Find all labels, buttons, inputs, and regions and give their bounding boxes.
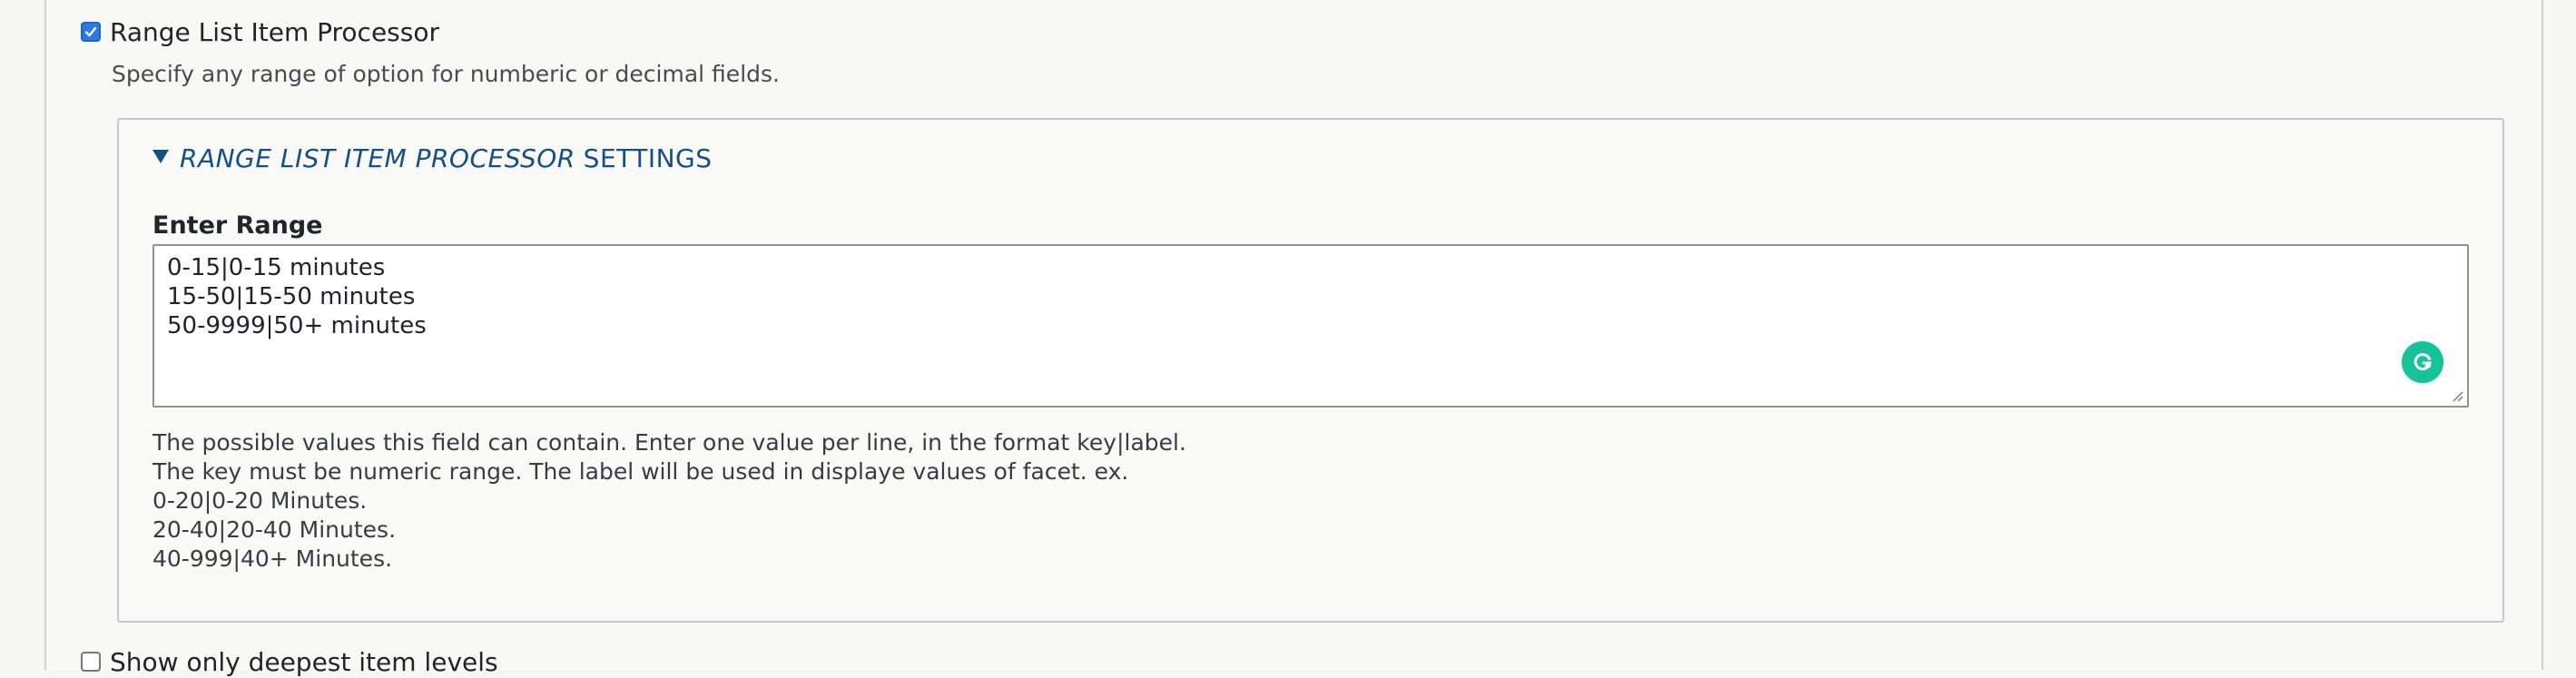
help-line: 40-999|40+ Minutes. bbox=[152, 545, 393, 572]
triangle-down-icon bbox=[152, 150, 169, 163]
container-right-border bbox=[2542, 0, 2543, 670]
enter-range-textarea[interactable]: 0-15|0-15 minutes 15-50|15-50 minutes 50… bbox=[152, 244, 2469, 408]
settings-summary-regular: SETTINGS bbox=[583, 143, 713, 173]
help-line: 0-20|0-20 Minutes. bbox=[152, 487, 368, 514]
range-processor-description: Specify any range of option for numberic… bbox=[112, 61, 780, 87]
range-processor-label[interactable]: Range List Item Processor bbox=[110, 17, 439, 48]
range-processor-settings-fieldset: RANGE LIST ITEM PROCESSOR SETTINGS Enter… bbox=[117, 118, 2504, 623]
check-icon bbox=[84, 26, 97, 37]
settings-summary-toggle[interactable]: RANGE LIST ITEM PROCESSOR SETTINGS bbox=[152, 143, 713, 174]
enter-range-help-text: The possible values this field can conta… bbox=[152, 428, 1186, 574]
grammarly-icon[interactable] bbox=[2402, 341, 2443, 383]
range-processor-checkbox[interactable] bbox=[81, 22, 101, 42]
help-line: The possible values this field can conta… bbox=[152, 429, 1186, 456]
deepest-levels-label[interactable]: Show only deepest item levels bbox=[110, 647, 498, 678]
help-line: 20-40|20-40 Minutes. bbox=[152, 516, 397, 543]
textarea-line: 50-9999|50+ minutes bbox=[167, 312, 427, 339]
textarea-line: 0-15|0-15 minutes bbox=[167, 254, 386, 281]
settings-summary-italic: RANGE LIST ITEM PROCESSOR bbox=[180, 143, 575, 173]
textarea-line: 15-50|15-50 minutes bbox=[167, 283, 416, 310]
resize-handle-icon[interactable] bbox=[2449, 388, 2463, 402]
enter-range-label: Enter Range bbox=[152, 211, 323, 240]
help-line: The key must be numeric range. The label… bbox=[152, 458, 1129, 485]
deepest-levels-checkbox[interactable] bbox=[81, 652, 101, 672]
